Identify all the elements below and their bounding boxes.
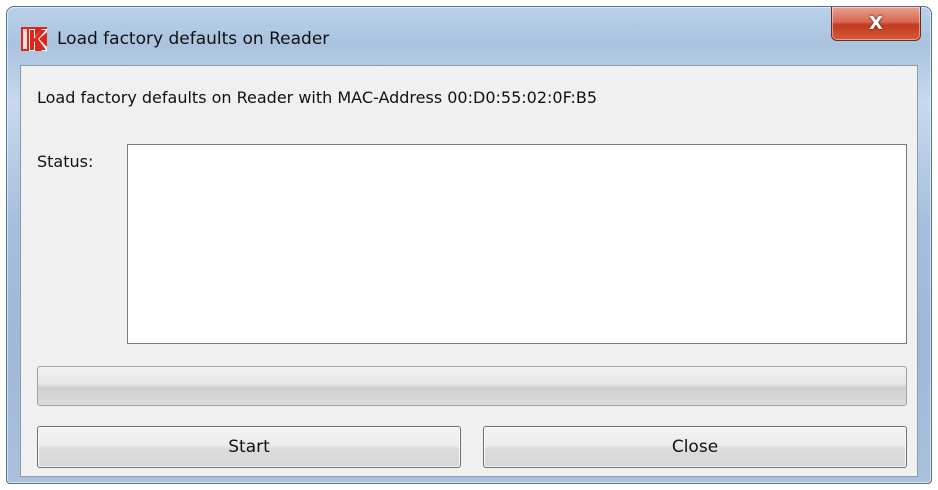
start-button[interactable]: Start — [37, 426, 461, 468]
dialog-content: Load factory defaults on Reader with MAC… — [20, 65, 918, 477]
status-textbox[interactable] — [127, 144, 907, 344]
close-icon: X — [869, 13, 883, 34]
window-title: Load factory defaults on Reader — [57, 29, 330, 49]
window-close-button[interactable]: X — [831, 7, 921, 41]
dialog-window: Load factory defaults on Reader X Load f… — [6, 6, 932, 484]
close-button[interactable]: Close — [483, 426, 907, 468]
status-label: Status: — [37, 152, 94, 171]
app-logo-icon — [21, 27, 47, 51]
title-bar[interactable]: Load factory defaults on Reader X — [7, 7, 931, 61]
mac-address-info: Load factory defaults on Reader with MAC… — [37, 88, 598, 107]
progress-bar — [37, 366, 907, 406]
